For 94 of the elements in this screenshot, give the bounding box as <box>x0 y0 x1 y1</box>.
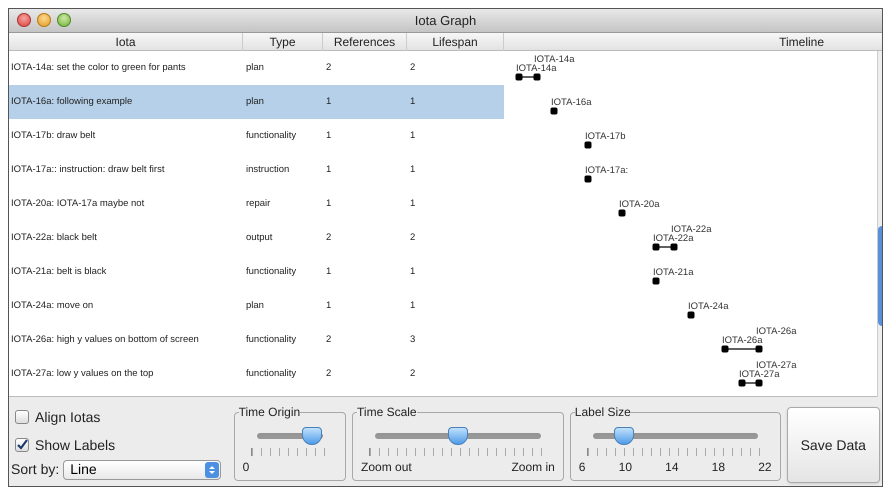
window-title: Iota Graph <box>414 12 476 30</box>
tick-label: 0 <box>242 459 250 476</box>
timeline-marker <box>652 278 660 284</box>
column-header[interactable]: Timeline <box>504 33 879 50</box>
tick-label: Zoom out <box>361 459 412 476</box>
table-row[interactable]: IOTA-16a: following example plan 1 1 <box>9 85 504 119</box>
checkbox[interactable] <box>15 410 29 424</box>
timeline-marker <box>618 210 626 216</box>
table-cell-text: IOTA-27a: low y values on the top <box>10 366 154 381</box>
table-cell-text: 2 <box>325 332 332 347</box>
table-cell-text: 1 <box>325 264 332 279</box>
table-cell-text: 1 <box>325 162 332 177</box>
table-cell-text: 2 <box>325 366 332 381</box>
group-title: Time Scale <box>357 404 417 421</box>
timeline-marker <box>584 142 592 148</box>
table-cell-text: instruction <box>245 162 290 177</box>
table-cell-text: 1 <box>409 128 416 143</box>
timeline-label: IOTA-22a <box>653 233 694 244</box>
timeline-label: IOTA-14a <box>516 63 556 74</box>
minimize-button[interactable] <box>37 13 51 27</box>
timeline-marker <box>516 74 540 80</box>
checkbox[interactable] <box>15 438 29 452</box>
slider-thumb[interactable] <box>448 427 468 445</box>
table-cell-text: 2 <box>325 230 332 245</box>
group-title: Label Size <box>574 404 631 421</box>
tick-label: 10 <box>618 459 632 476</box>
timeline-marker <box>550 108 558 114</box>
table-cell-text: 1 <box>325 128 332 143</box>
checkbox-label: Align Iotas <box>35 408 100 427</box>
timeline-label: IOTA-17b <box>585 131 626 142</box>
table-cell-text: 1 <box>325 298 332 313</box>
table-cell-text: IOTA-26a: high y values on bottom of screen <box>10 332 200 347</box>
table-cell-text: functionality <box>245 366 298 381</box>
close-button[interactable] <box>17 13 31 27</box>
timeline-label: IOTA-26a <box>722 335 762 346</box>
table-cell-text: functionality <box>245 128 298 143</box>
table-cell-text: 1 <box>409 94 416 109</box>
table-cell-text: IOTA-16a: following example <box>10 94 134 109</box>
timeline-label: IOTA-22a <box>671 224 712 235</box>
sort-dropdown[interactable]: Line <box>63 460 222 480</box>
timeline-label: IOTA-27a <box>739 369 780 380</box>
timeline-label: IOTA-14a <box>534 54 574 65</box>
table-cell-text: 1 <box>409 264 416 279</box>
group-title: Time Origin <box>238 404 300 421</box>
zoom-button[interactable] <box>57 13 71 27</box>
timeline-label: IOTA-17a: <box>585 165 628 176</box>
table-cell-text: 1 <box>325 94 332 109</box>
table-cell-text: 2 <box>409 60 416 75</box>
table-cell-text: IOTA-14a: set the color to green for pants <box>10 60 187 75</box>
tick-label: 14 <box>665 459 679 476</box>
table-cell-text: 1 <box>409 298 416 313</box>
table-cell-text: IOTA-17b: draw belt <box>10 128 96 143</box>
table-cell-text: 1 <box>325 196 332 211</box>
table-cell-text: IOTA-20a: IOTA-17a maybe not <box>10 196 146 211</box>
checkbox-label: Show Labels <box>35 436 116 454</box>
timeline-label: IOTA-24a <box>688 301 728 312</box>
table-cell-text: 1 <box>409 162 416 177</box>
table-cell-text: plan <box>245 60 265 75</box>
table-cell-text: 1 <box>409 196 416 211</box>
tick-label: 18 <box>712 459 726 476</box>
timeline-marker <box>722 346 762 352</box>
table-cell-text: output <box>245 230 274 245</box>
check-icon <box>16 439 28 451</box>
timeline-marker <box>738 380 762 386</box>
sort-label: Sort by: <box>11 460 60 479</box>
tick-label: Zoom in <box>511 459 555 476</box>
tick-label: 6 <box>578 459 586 476</box>
table-cell-text: functionality <box>245 264 298 279</box>
table-cell-text: 2 <box>325 60 332 75</box>
table-cell-text: 3 <box>409 332 416 347</box>
timeline-label: IOTA-20a <box>619 199 660 210</box>
timeline-label: IOTA-26a <box>756 326 796 337</box>
tick-label: 22 <box>758 459 772 476</box>
timeline-label: IOTA-21a <box>653 267 694 278</box>
table-cell-text: 2 <box>409 230 416 245</box>
table-cell-text: IOTA-24a: move on <box>10 298 94 313</box>
timeline-marker <box>584 176 592 182</box>
table-cell-text: plan <box>245 298 265 313</box>
save-data-button[interactable]: Save Data <box>786 407 880 483</box>
slider-thumb[interactable] <box>614 427 634 445</box>
timeline-marker <box>688 312 694 318</box>
table-cell-text: repair <box>245 196 272 211</box>
stepper-arrows-icon <box>205 462 220 478</box>
table-cell-text: plan <box>245 94 265 109</box>
table-cell-text: IOTA-22a: black belt <box>10 230 98 245</box>
timeline-marker <box>652 244 678 250</box>
timeline-label: IOTA-16a <box>551 97 592 108</box>
table-cell-text: IOTA-17a:: instruction: draw belt first <box>10 162 166 177</box>
timeline-label: IOTA-27a <box>756 360 796 371</box>
table-cell-text: IOTA-21a: belt is black <box>10 264 108 279</box>
table-cell-text: 2 <box>409 366 416 381</box>
scrollbar[interactable] <box>877 51 882 397</box>
table-cell-text: functionality <box>245 332 298 347</box>
slider-thumb[interactable] <box>302 427 322 445</box>
